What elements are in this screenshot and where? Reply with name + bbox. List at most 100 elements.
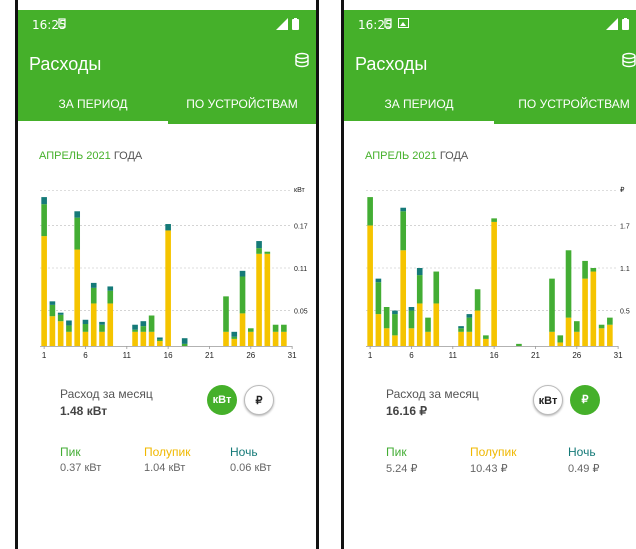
bar-segment-peak[interactable]	[107, 290, 114, 304]
bar-segment-peak[interactable]	[99, 324, 105, 332]
bar-segment-night[interactable]	[408, 307, 415, 311]
bar-segment-semipeak[interactable]	[582, 278, 588, 346]
bar-segment-night[interactable]	[231, 331, 238, 337]
tab-period[interactable]: ЗА ПЕРИОД	[18, 87, 168, 124]
bar-segment-night[interactable]	[41, 197, 47, 205]
bar-segment-peak[interactable]	[264, 251, 271, 254]
bar-segment-semipeak[interactable]	[165, 230, 171, 346]
bar-segment-night[interactable]	[74, 211, 81, 218]
bar-segment-peak[interactable]	[140, 326, 147, 332]
bar-segment-peak[interactable]	[573, 321, 580, 332]
bar-segment-night[interactable]	[416, 268, 423, 276]
bar-segment-semipeak[interactable]	[49, 316, 56, 346]
bar-segment-semipeak[interactable]	[474, 310, 481, 346]
bar-segment-night[interactable]	[165, 224, 171, 231]
bar-segment-peak[interactable]	[272, 324, 279, 332]
bar-segment-semipeak[interactable]	[383, 328, 390, 346]
bar-segment-peak[interactable]	[148, 315, 155, 332]
bar-segment-peak[interactable]	[82, 324, 89, 332]
bar-segment-peak[interactable]	[582, 260, 588, 279]
unit-kwt-button[interactable]: кВт	[207, 385, 237, 415]
bar-segment-peak[interactable]	[367, 197, 373, 226]
bar-segment-peak[interactable]	[132, 329, 138, 332]
bar-segment-semipeak[interactable]	[598, 328, 605, 346]
bar-segment-semipeak[interactable]	[466, 331, 473, 346]
bar-segment-peak[interactable]	[231, 336, 238, 339]
bar-segment-peak[interactable]	[483, 335, 489, 339]
bar-segment-peak[interactable]	[565, 250, 572, 318]
bar-segment-semipeak[interactable]	[607, 324, 613, 346]
tab-period[interactable]: ЗА ПЕРИОД	[344, 87, 494, 124]
bar-segment-night[interactable]	[466, 314, 473, 318]
bar-segment-peak[interactable]	[66, 325, 72, 332]
unit-kwt-button[interactable]: кВт	[533, 385, 563, 415]
bar-segment-peak[interactable]	[223, 296, 229, 332]
bar-segment-night[interactable]	[49, 301, 56, 305]
bar-segment-semipeak[interactable]	[433, 303, 440, 346]
bar-segment-semipeak[interactable]	[66, 331, 72, 346]
bar-segment-semipeak[interactable]	[392, 335, 398, 346]
bar-segment-semipeak[interactable]	[57, 321, 64, 346]
bar-segment-peak[interactable]	[416, 275, 423, 304]
bar-segment-peak[interactable]	[281, 324, 287, 332]
bar-segment-semipeak[interactable]	[557, 342, 564, 346]
bar-segment-peak[interactable]	[74, 217, 81, 250]
bar-segment-semipeak[interactable]	[590, 271, 597, 346]
bar-segment-night[interactable]	[140, 321, 147, 327]
bar-segment-semipeak[interactable]	[231, 338, 238, 346]
bar-segment-peak[interactable]	[425, 317, 431, 332]
bar-segment-semipeak[interactable]	[41, 236, 47, 346]
coins-icon[interactable]	[620, 52, 636, 68]
bar-segment-semipeak[interactable]	[375, 314, 382, 346]
bar-segment-semipeak[interactable]	[264, 253, 271, 346]
bar-segment-semipeak[interactable]	[140, 331, 147, 346]
bar-segment-peak[interactable]	[239, 276, 246, 314]
unit-rub-button[interactable]: ₽	[244, 385, 274, 415]
bar-segment-night[interactable]	[392, 310, 398, 315]
bar-segment-night[interactable]	[239, 270, 246, 277]
bar-segment-semipeak[interactable]	[491, 221, 497, 346]
bar-segment-peak[interactable]	[157, 339, 163, 342]
bar-segment-semipeak[interactable]	[90, 303, 97, 346]
bar-segment-semipeak[interactable]	[281, 331, 287, 346]
bar-segment-semipeak[interactable]	[458, 331, 464, 346]
bar-segment-peak[interactable]	[491, 218, 497, 222]
bar-segment-peak[interactable]	[408, 310, 415, 329]
bar-segment-semipeak[interactable]	[148, 331, 155, 346]
bar-segment-semipeak[interactable]	[239, 313, 246, 346]
bar-segment-peak[interactable]	[383, 307, 390, 329]
bar-segment-peak[interactable]	[392, 314, 398, 336]
tab-devices[interactable]: ПО УСТРОЙСТВАМ	[168, 87, 316, 124]
bar-segment-night[interactable]	[107, 286, 114, 291]
bar-segment-night[interactable]	[66, 320, 72, 326]
bar-segment-semipeak[interactable]	[549, 331, 555, 346]
bar-segment-peak[interactable]	[549, 278, 555, 332]
bar-segment-semipeak[interactable]	[74, 249, 81, 346]
bar-segment-semipeak[interactable]	[99, 331, 105, 346]
unit-rub-button[interactable]: ₽	[570, 385, 600, 415]
bar-segment-semipeak[interactable]	[82, 331, 89, 346]
bar-segment-semipeak[interactable]	[416, 303, 423, 346]
bar-segment-peak[interactable]	[516, 343, 522, 346]
bar-segment-night[interactable]	[57, 312, 64, 315]
bar-segment-peak[interactable]	[458, 328, 464, 332]
bar-segment-peak[interactable]	[90, 287, 97, 304]
bar-segment-peak[interactable]	[598, 324, 605, 329]
bar-segment-night[interactable]	[375, 278, 382, 283]
tab-devices[interactable]: ПО УСТРОЙСТВАМ	[494, 87, 636, 124]
bar-segment-night[interactable]	[458, 326, 464, 329]
coins-icon[interactable]	[293, 52, 309, 68]
bar-segment-night[interactable]	[82, 319, 89, 325]
bar-segment-peak[interactable]	[247, 328, 254, 332]
bar-segment-peak[interactable]	[474, 289, 481, 311]
bar-segment-peak[interactable]	[433, 271, 440, 304]
bar-segment-semipeak[interactable]	[107, 303, 114, 346]
bar-segment-peak[interactable]	[607, 317, 613, 325]
bar-segment-peak[interactable]	[41, 204, 47, 237]
bar-segment-semipeak[interactable]	[132, 331, 138, 346]
bar-segment-peak[interactable]	[256, 248, 262, 254]
bar-segment-semipeak[interactable]	[425, 331, 431, 346]
bar-segment-peak[interactable]	[57, 314, 64, 322]
bar-segment-semipeak[interactable]	[247, 331, 254, 346]
bar-segment-night[interactable]	[132, 324, 138, 330]
